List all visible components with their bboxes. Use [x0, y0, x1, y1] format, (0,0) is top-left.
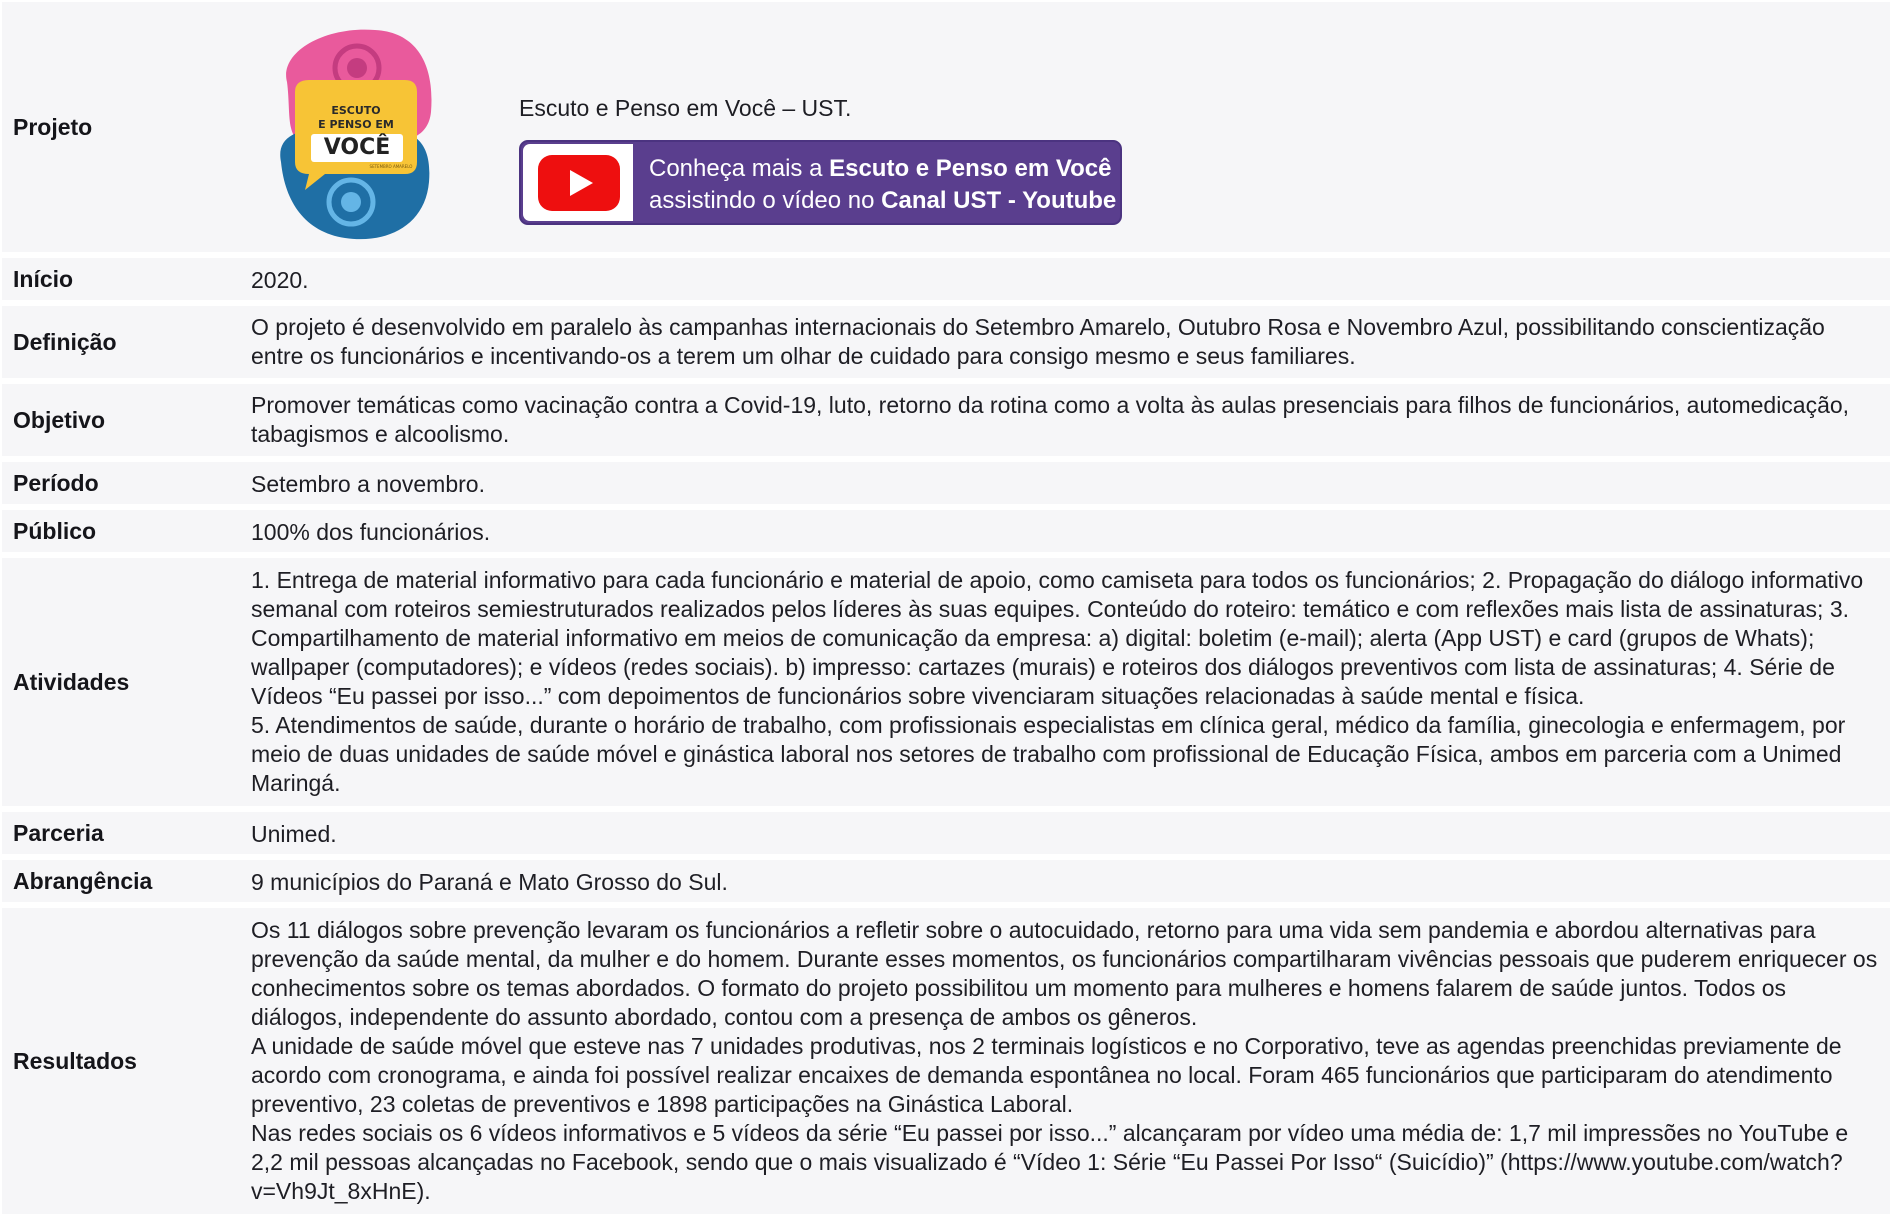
row-label-atividades: Atividades — [2, 558, 239, 806]
row-value-objetivo: Promover temáticas como vacinação contra… — [239, 384, 1890, 456]
yt-bold-1: Escuto e Penso em Você — [829, 155, 1112, 182]
row-atividades: Atividades 1. Entrega de material inform… — [2, 558, 1890, 806]
yt-prefix-1: Conheça mais a — [649, 155, 830, 182]
logo-line-2: E PENSO EM — [318, 118, 394, 131]
project-logo: ESCUTO E PENSO EM VOCÊ SETEMBRO AMARELO — [265, 22, 441, 244]
row-projeto: Projeto ESCUTO E PENSO EM VOCÊ SETEMBRO … — [2, 2, 1890, 252]
row-resultados: Resultados Os 11 diálogos sobre prevençã… — [2, 908, 1890, 1214]
resultados-paragraph-1: Os 11 diálogos sobre prevenção levaram o… — [251, 917, 1878, 1030]
logo-line-3: VOCÊ — [323, 135, 391, 160]
row-label-parceria: Parceria — [2, 812, 239, 854]
row-label-definicao: Definição — [2, 306, 239, 378]
row-inicio: Início 2020. — [2, 258, 1890, 300]
resultados-paragraph-2: A unidade de saúde móvel que esteve nas … — [251, 1033, 1842, 1117]
row-value-periodo: Setembro a novembro. — [239, 462, 1890, 504]
row-value-abrangencia: 9 municípios do Paraná e Mato Grosso do … — [239, 860, 1890, 902]
atividades-paragraph-1: 1. Entrega de material informativo para … — [251, 567, 1864, 709]
yt-bold-2: Canal UST - Youtube — [881, 187, 1117, 214]
row-value-projeto: ESCUTO E PENSO EM VOCÊ SETEMBRO AMARELO … — [239, 2, 1890, 252]
row-label-abrangencia: Abrangência — [2, 860, 239, 902]
row-parceria: Parceria Unimed. — [2, 812, 1890, 854]
row-label-inicio: Início — [2, 258, 239, 300]
row-periodo: Período Setembro a novembro. — [2, 462, 1890, 504]
atividades-paragraph-2: 5. Atendimentos de saúde, durante o horá… — [251, 712, 1846, 796]
row-value-definicao: O projeto é desenvolvido em paralelo às … — [239, 306, 1890, 378]
row-value-parceria: Unimed. — [239, 812, 1890, 854]
row-definicao: Definição O projeto é desenvolvido em pa… — [2, 306, 1890, 378]
row-label-resultados: Resultados — [2, 908, 239, 1214]
row-label-publico: Público — [2, 510, 239, 552]
row-value-publico: 100% dos funcionários. — [239, 510, 1890, 552]
row-value-inicio: 2020. — [239, 258, 1890, 300]
project-sheet: Projeto ESCUTO E PENSO EM VOCÊ SETEMBRO … — [0, 0, 1892, 1214]
logo-line-1: ESCUTO — [331, 104, 381, 117]
resultados-paragraph-3: Nas redes sociais os 6 vídeos informativ… — [251, 1120, 1849, 1204]
yt-prefix-2: assistindo o vídeo no — [649, 187, 882, 214]
logo-line-4: SETEMBRO AMARELO — [369, 164, 413, 169]
row-publico: Público 100% dos funcionários. — [2, 510, 1890, 552]
project-table: Projeto ESCUTO E PENSO EM VOCÊ SETEMBRO … — [2, 0, 1890, 1220]
row-value-atividades: 1. Entrega de material informativo para … — [239, 558, 1890, 806]
youtube-play-icon — [538, 155, 620, 211]
youtube-thumb — [523, 144, 633, 221]
row-label-periodo: Período — [2, 462, 239, 504]
row-label-objetivo: Objetivo — [2, 384, 239, 456]
row-abrangencia: Abrangência 9 municípios do Paraná e Mat… — [2, 860, 1890, 902]
row-objetivo: Objetivo Promover temáticas como vacinaç… — [2, 384, 1890, 456]
project-name: Escuto e Penso em Você – UST. — [519, 95, 852, 121]
row-value-resultados: Os 11 diálogos sobre prevenção levaram o… — [239, 908, 1890, 1214]
youtube-banner-text: Conheça mais a Escuto e Penso em Você as… — [649, 153, 1116, 217]
row-label-projeto: Projeto — [2, 2, 239, 252]
youtube-banner-link[interactable]: Conheça mais a Escuto e Penso em Você as… — [519, 140, 1122, 225]
